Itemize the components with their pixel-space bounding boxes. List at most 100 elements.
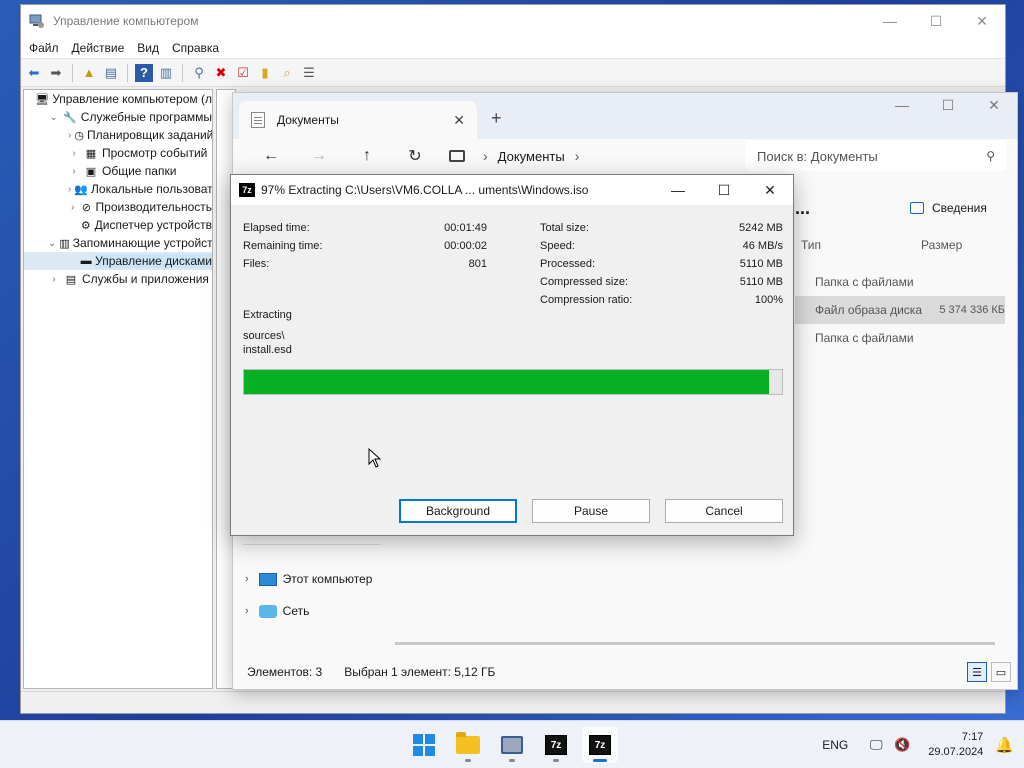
tree-item[interactable]: › ⊘ Производительность	[24, 198, 212, 216]
minimize-button[interactable]: —	[655, 182, 701, 199]
close-button[interactable]: ✕	[971, 97, 1017, 114]
clock[interactable]: 7:17 29.07.2024	[928, 730, 983, 760]
computer-management-icon	[29, 14, 44, 28]
network-icon	[258, 604, 277, 618]
details-view-icon[interactable]: ☰	[967, 662, 987, 682]
network-icon[interactable]: 🖵	[866, 737, 886, 753]
chevron-right-icon[interactable]: ›	[68, 148, 80, 159]
chevron-down-icon[interactable]: ⌄	[48, 112, 59, 123]
pause-button[interactable]: Pause	[532, 499, 650, 523]
chevron-right-icon[interactable]: ›	[245, 605, 249, 617]
taskbar-7zip-progress[interactable]: 7z	[582, 727, 618, 763]
chevron-right-icon[interactable]: ›	[68, 130, 71, 141]
file-row[interactable]: Папка с файлами	[795, 268, 1005, 296]
tree-item[interactable]: ⌄ ▥ Запоминающие устройст	[24, 234, 212, 252]
close-button[interactable]: ✕	[959, 13, 1005, 30]
tree-item[interactable]: ⌄ 🔧 Служебные программы	[24, 108, 212, 126]
tab-bar: Документы ✕ + — ☐ ✕	[233, 93, 1017, 139]
tree-item-label: Запоминающие устройст	[72, 236, 213, 250]
show-hide-tree-icon[interactable]: ▤	[102, 64, 120, 82]
back-arrow-icon[interactable]: ←	[247, 147, 295, 165]
maximize-button[interactable]: ☐	[701, 182, 747, 199]
address-bar[interactable]: › Документы ›	[449, 141, 704, 171]
chevron-right-icon[interactable]: ›	[48, 274, 60, 285]
menu-view[interactable]: Вид	[137, 41, 159, 55]
list-icon[interactable]: ☰	[300, 64, 318, 82]
nav-item[interactable]: › Сеть	[233, 595, 383, 627]
help-icon[interactable]: ?	[135, 63, 153, 82]
column-header-size[interactable]: Размер	[921, 238, 1024, 252]
search-folder-icon[interactable]: ⌕	[278, 64, 296, 82]
search-input[interactable]: Поиск в: Документы ⚲	[745, 141, 1007, 171]
cancel-button[interactable]: Cancel	[665, 499, 783, 523]
new-tab-icon[interactable]: +	[491, 108, 502, 129]
column-headers: Тип Размер	[801, 238, 1024, 252]
chevron-right-icon[interactable]: ›	[68, 166, 80, 177]
stat-label: Speed:	[540, 240, 575, 252]
title-bar[interactable]: 7z 97% Extracting C:\Users\VM6.COLLA ...…	[231, 175, 793, 205]
minimize-button[interactable]: —	[879, 97, 925, 114]
tree-item[interactable]: ⚙ Диспетчер устройств	[24, 216, 212, 234]
tree-item[interactable]: ▬ Управление дисками	[24, 252, 212, 270]
taskbar-computer-management[interactable]	[494, 727, 530, 763]
menu-help[interactable]: Справка	[172, 41, 219, 55]
check-icon[interactable]: ☑	[234, 64, 252, 82]
up-arrow-icon[interactable]: ↑	[343, 147, 391, 165]
column-header-type[interactable]: Тип	[801, 238, 921, 252]
close-tab-icon[interactable]: ✕	[453, 112, 465, 129]
tiles-view-icon[interactable]: ▭	[991, 662, 1011, 682]
menu-action[interactable]: Действие	[72, 41, 125, 55]
delete-icon[interactable]: ✖	[212, 64, 230, 82]
breadcrumb[interactable]: Документы	[498, 149, 565, 164]
properties-icon[interactable]: ▥	[157, 64, 175, 82]
language-indicator[interactable]: ENG	[822, 738, 848, 752]
back-arrow-icon[interactable]: ⬅	[25, 64, 43, 82]
nav-item[interactable]: › Этот компьютер	[233, 563, 383, 595]
details-pane-button[interactable]: Сведения	[910, 201, 987, 215]
refresh-icon[interactable]: ↻	[391, 146, 439, 166]
minimize-button[interactable]: —	[867, 13, 913, 30]
file-row[interactable]: Файл образа диска 5 374 336 КБ	[795, 296, 1005, 324]
chevron-right-icon[interactable]: ›	[68, 202, 77, 213]
maximize-button[interactable]: ☐	[913, 13, 959, 30]
taskbar-7zip-filemanager[interactable]: 7z	[538, 727, 574, 763]
connect-icon[interactable]: ⚲	[190, 64, 208, 82]
up-folder-icon[interactable]: ▲	[80, 64, 98, 82]
close-button[interactable]: ✕	[747, 182, 793, 199]
7zip-progress-dialog: 7z 97% Extracting C:\Users\VM6.COLLA ...…	[230, 174, 794, 536]
tree-item[interactable]: › ▦ Просмотр событий	[24, 144, 212, 162]
taskbar-explorer[interactable]	[450, 727, 486, 763]
chevron-right-icon[interactable]: ›	[483, 148, 488, 164]
new-folder-icon[interactable]: ▮	[256, 64, 274, 82]
background-button[interactable]: Background	[399, 499, 517, 523]
start-button[interactable]	[406, 727, 442, 763]
menu-file[interactable]: Файл	[29, 41, 59, 55]
horizontal-scrollbar[interactable]	[395, 642, 995, 645]
tab-documents[interactable]: Документы ✕	[239, 101, 477, 139]
disk-icon: ▬	[80, 255, 92, 267]
file-row[interactable]: Папка с файлами	[795, 324, 1005, 352]
tree-item[interactable]: › 👥 Локальные пользовате	[24, 180, 212, 198]
maximize-button[interactable]: ☐	[925, 97, 971, 114]
chevron-right-icon[interactable]: ›	[68, 184, 71, 195]
details-label: Сведения	[932, 201, 987, 215]
title-bar[interactable]: Управление компьютером — ☐ ✕	[21, 5, 1005, 37]
chevron-right-icon[interactable]: ›	[245, 573, 249, 585]
windows-logo-icon	[413, 734, 435, 756]
tree-item[interactable]: › ▤ Службы и приложения	[24, 270, 212, 288]
tree-item[interactable]: 🖥 Управление компьютером (л	[24, 90, 212, 108]
forward-arrow-icon[interactable]: →	[295, 147, 343, 165]
file-size: 5 374 336 КБ	[939, 304, 1005, 316]
volume-muted-icon[interactable]: 🔇	[892, 737, 912, 753]
chevron-down-icon[interactable]: ⌄	[48, 238, 56, 249]
forward-arrow-icon[interactable]: ➡	[47, 64, 65, 82]
tree-item[interactable]: › ◷ Планировщик заданий	[24, 126, 212, 144]
notification-bell-icon[interactable]: 🔔	[995, 736, 1014, 754]
tree-item-label: Диспетчер устройств	[94, 218, 212, 232]
current-folder: sources\	[243, 330, 285, 342]
nav-item-label: Сеть	[282, 604, 310, 618]
chevron-right-icon[interactable]: ›	[575, 148, 580, 164]
tree-item[interactable]: › ▣ Общие папки	[24, 162, 212, 180]
tree-item-label: Локальные пользовате	[91, 182, 213, 196]
more-options-button[interactable]: ...	[795, 198, 810, 219]
